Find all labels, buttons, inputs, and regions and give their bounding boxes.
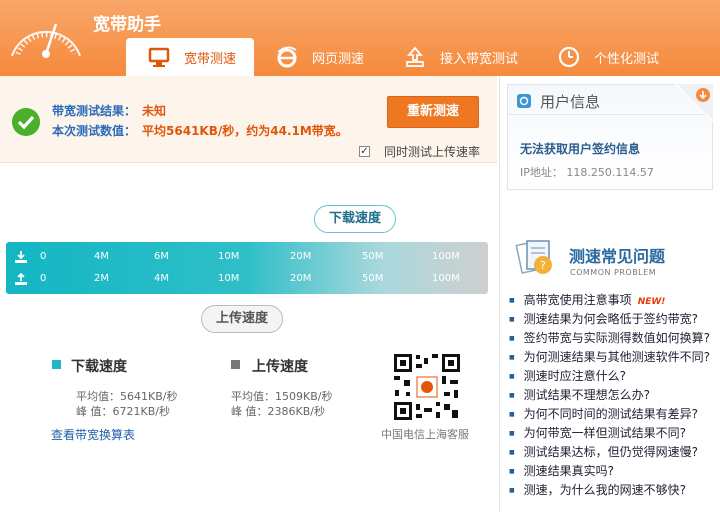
download-scale-tick: 50M <box>362 251 384 262</box>
new-badge: NEW! <box>637 297 666 307</box>
tab-broadband-speed[interactable]: 宽带测速 <box>126 38 255 76</box>
download-scale-tick: 100M <box>432 251 460 262</box>
download-avg: 平均值：5641KB/秒 <box>76 390 178 403</box>
result-value: 未知 <box>142 104 167 118</box>
download-scale-tick: 0 <box>40 251 47 262</box>
faq-item[interactable]: 测速结果真实吗? <box>509 462 720 481</box>
tab-label: 宽带测速 <box>184 51 237 67</box>
faq-item[interactable]: 测试结果达标，但仍觉得网速慢? <box>509 443 720 462</box>
upload-scale-tick: 4M <box>154 273 169 284</box>
download-scale-tick: 20M <box>290 251 312 262</box>
upload-box-icon <box>406 46 424 67</box>
success-check-icon <box>12 108 40 136</box>
tab-label: 接入带宽测试 <box>440 51 519 67</box>
faq-item[interactable]: 为何带宽一样但测试结果不同? <box>509 424 720 443</box>
app-header: 宽带助手 宽带测速 网页测速 接入带宽测试 个性化测试 <box>0 0 720 76</box>
app-title: 宽带助手 <box>93 15 161 35</box>
tab-label: 网页测速 <box>312 51 365 67</box>
faq-item[interactable]: 测试结果不理想怎么办? <box>509 386 720 405</box>
upload-scale-tick: 0 <box>40 273 47 284</box>
bandwidth-conversion-link[interactable]: 查看带宽换算表 <box>51 426 135 443</box>
faq-subtitle: COMMON PROBLEM <box>570 268 657 277</box>
upload-scale-tick: 100M <box>432 273 460 284</box>
upload-scale-tick: 50M <box>362 273 384 284</box>
upload-scale-tick: 20M <box>290 273 312 284</box>
download-scale-tick: 4M <box>94 251 109 262</box>
retest-button[interactable]: 重新测速 <box>387 96 479 128</box>
value-text: 平均5641KB/秒，约为44.1M带宽。 <box>142 124 348 138</box>
right-side-panel: 用户信息 无法获取用户签约信息 IP地址： 118.250.114.57 ? 测… <box>499 76 720 512</box>
speed-scale-bar: 0 4M 6M 10M 20M 50M 100M 0 2M 4M 10M 20M 50M 100M <box>6 242 488 294</box>
value-label: 本次测试数值： <box>52 124 137 138</box>
faq-title: 测速常见问题 <box>569 247 666 266</box>
user-ip-address: IP地址： 118.250.114.57 <box>520 166 654 179</box>
upload-icon <box>15 272 27 285</box>
faq-list: 高带宽使用注意事项NEW! 测速结果为何会略低于签约带宽? 签约带宽与实际测得数… <box>509 291 720 500</box>
result-summary: 带宽测试结果： 未知 本次测试数值： 平均5641KB/秒，约为44.1M带宽。 重… <box>0 76 497 163</box>
upload-speed-bubble: 上传速度 <box>201 305 284 333</box>
upload-legend-swatch <box>231 360 240 369</box>
faq-item[interactable]: 测速，为什么我的网速不够快? <box>509 481 720 500</box>
svg-text:?: ? <box>540 259 546 272</box>
speed-test-panel: 带宽测试结果： 未知 本次测试数值： 平均5641KB/秒，约为44.1M带宽。 重… <box>0 76 497 512</box>
qr-caption: 中国电信上海客服 <box>381 428 469 441</box>
speedometer-logo-icon <box>11 23 81 58</box>
download-scale-tick: 6M <box>154 251 169 262</box>
upload-scale-tick: 2M <box>94 273 109 284</box>
upload-test-checkbox[interactable]: ✓ <box>359 146 370 157</box>
upload-peak: 峰 值：2386KB/秒 <box>231 405 325 418</box>
upload-test-checkbox-label: 同时测试上传速率 <box>384 145 481 159</box>
user-info-icon <box>517 94 531 108</box>
ie-browser-icon <box>277 46 297 68</box>
user-info-status: 无法获取用户签约信息 <box>520 142 641 156</box>
download-legend-swatch <box>52 360 61 369</box>
result-status-line: 带宽测试结果： 未知 <box>52 102 166 119</box>
faq-item[interactable]: 测速结果为何会略低于签约带宽? <box>509 310 720 329</box>
clock-icon <box>558 46 580 68</box>
download-speed-bubble: 下载速度 <box>314 205 397 233</box>
user-info-title: 用户信息 <box>540 93 601 111</box>
tab-custom-test[interactable]: 个性化测试 <box>536 38 677 76</box>
download-stat-title: 下载速度 <box>71 359 127 375</box>
faq-item[interactable]: 为何不同时间的测试结果有差异? <box>509 405 720 424</box>
upload-avg: 平均值：1509KB/秒 <box>231 390 333 403</box>
upload-stat-title: 上传速度 <box>252 359 308 375</box>
upload-scale-tick: 10M <box>218 273 240 284</box>
faq-item[interactable]: 为何测速结果与其他测速软件不同? <box>509 348 720 367</box>
download-icon <box>15 251 27 263</box>
download-peak: 峰 值：6721KB/秒 <box>76 405 170 418</box>
page-curl-download-icon[interactable] <box>675 84 713 122</box>
faq-item[interactable]: 测速时应注意什么? <box>509 367 720 386</box>
tab-label: 个性化测试 <box>594 51 660 67</box>
main-tabs: 宽带测速 网页测速 接入带宽测试 个性化测试 <box>126 38 677 76</box>
faq-item[interactable]: 高带宽使用注意事项NEW! <box>509 291 720 310</box>
result-label: 带宽测试结果： <box>52 104 137 118</box>
faq-item[interactable]: 签约带宽与实际测得数值如何换算? <box>509 329 720 348</box>
download-scale-tick: 10M <box>218 251 240 262</box>
result-value-line: 本次测试数值： 平均5641KB/秒，约为44.1M带宽。 <box>52 122 348 139</box>
user-info-card: 用户信息 无法获取用户签约信息 IP地址： 118.250.114.57 <box>507 84 713 190</box>
faq-document-icon: ? <box>515 240 552 274</box>
qr-code-image <box>392 352 462 422</box>
tab-access-bandwidth[interactable]: 接入带宽测试 <box>382 38 536 76</box>
tab-web-speed[interactable]: 网页测速 <box>254 38 382 76</box>
monitor-icon <box>148 47 170 67</box>
